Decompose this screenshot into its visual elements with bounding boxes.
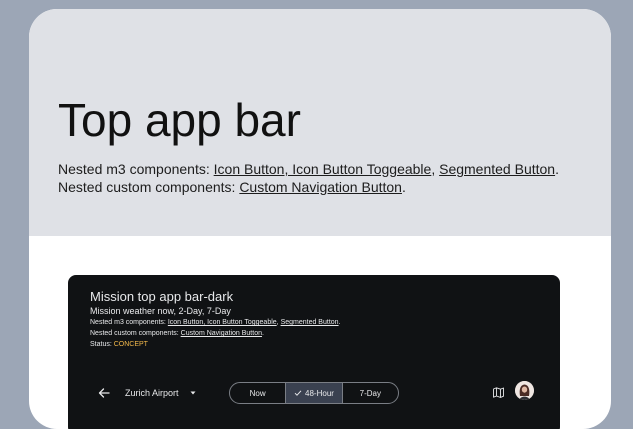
- segment-now[interactable]: Now: [230, 383, 287, 403]
- segment-now-label: Now: [249, 388, 266, 398]
- component-card: Top app bar Nested m3 components: Icon B…: [29, 9, 611, 429]
- user-avatar[interactable]: [515, 381, 534, 400]
- check-icon: [294, 390, 302, 396]
- segmented-button-link[interactable]: Segmented Button: [439, 161, 555, 177]
- avatar-portrait-icon: [515, 381, 534, 400]
- segment-7-day[interactable]: 7-Day: [343, 383, 398, 403]
- demo-segmented-button-link[interactable]: Segmented Button: [281, 319, 339, 326]
- arrow-back-icon[interactable]: [96, 385, 112, 401]
- icon-button-link[interactable]: Icon Button, Icon Button Toggeable: [214, 161, 432, 177]
- segmented-button: Now 48-Hour 7-Day: [229, 382, 399, 404]
- demo-title: Mission top app bar-dark: [90, 289, 234, 304]
- map-icon[interactable]: [492, 386, 505, 399]
- demo-icon-button-link[interactable]: Icon Button, Icon Button Toggeable: [168, 319, 277, 326]
- hero-description: Nested m3 components: Icon Button, Icon …: [58, 160, 559, 196]
- segment-48-hour[interactable]: 48-Hour: [286, 383, 343, 403]
- demo-subtitle: Mission weather now, 2-Day, 7-Day: [90, 306, 231, 316]
- demo-nested-m3-prefix: Nested m3 components:: [90, 319, 168, 326]
- nested-custom-prefix: Nested custom components:: [58, 179, 240, 195]
- caret-down-icon[interactable]: [189, 389, 197, 397]
- status-label: Status:: [90, 341, 114, 348]
- demo-app-bar-dark: Mission top app bar-dark Mission weather…: [68, 275, 560, 429]
- demo-nested-custom-line: Nested custom components: Custom Navigat…: [90, 330, 264, 337]
- custom-navigation-button-link[interactable]: Custom Navigation Button: [239, 179, 402, 195]
- location-selector[interactable]: Zurich Airport: [125, 388, 179, 398]
- status-badge: CONCEPT: [113, 341, 148, 348]
- segment-7-day-label: 7-Day: [359, 388, 381, 398]
- demo-nested-m3-line: Nested m3 components: Icon Button, Icon …: [90, 319, 341, 326]
- nested-m3-line: Nested m3 components: Icon Button, Icon …: [58, 161, 559, 177]
- demo-nested-custom-prefix: Nested custom components:: [90, 330, 181, 337]
- nested-m3-prefix: Nested m3 components:: [58, 161, 214, 177]
- top-app-bar: Zurich Airport Now 48-Hour 7-Day: [68, 381, 560, 409]
- nested-custom-line: Nested custom components: Custom Navigat…: [58, 179, 406, 195]
- page-title: Top app bar: [58, 94, 301, 146]
- hero-section: Top app bar Nested m3 components: Icon B…: [29, 9, 611, 236]
- segment-48-hour-label: 48-Hour: [305, 388, 334, 398]
- demo-status-line: Status: CONCEPT: [90, 341, 148, 348]
- demo-custom-navigation-button-link[interactable]: Custom Navigation Button: [181, 330, 262, 337]
